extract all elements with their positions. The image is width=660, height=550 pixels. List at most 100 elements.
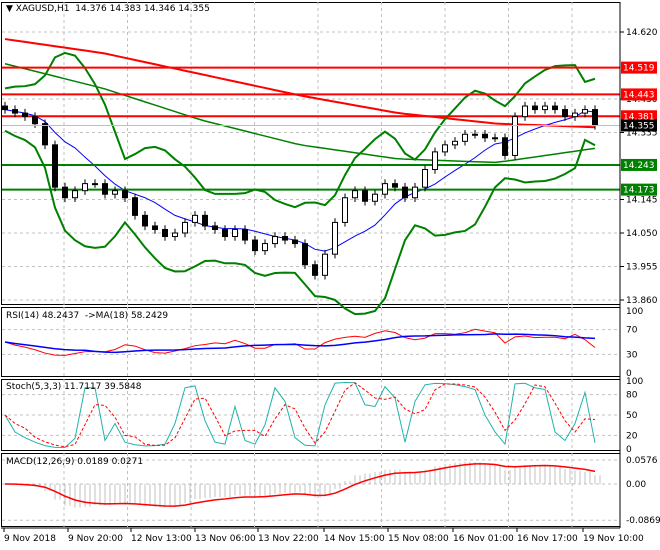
- candle-body: [172, 232, 178, 238]
- panel-frame: [1, 2, 621, 305]
- time-tick-label: 13 Nov 22:00: [258, 534, 319, 544]
- time-tick-label: 13 Nov 06:00: [195, 534, 256, 544]
- rsi-tick-label: 30: [626, 350, 638, 360]
- chart-canvas[interactable]: 14.62014.43014.33514.14514.05013.95513.8…: [0, 0, 660, 550]
- candle-body: [262, 243, 268, 252]
- candle-body: [302, 243, 308, 266]
- time-tick-label: 9 Nov 20:00: [68, 534, 123, 544]
- candle-body: [572, 112, 578, 118]
- candle-body: [22, 112, 28, 118]
- stoch-label: Stoch(5,3,3) 11.7117 39.5848: [6, 382, 142, 392]
- candle-body: [442, 144, 448, 153]
- candle-body: [102, 183, 108, 195]
- price-tick-label: 13.955: [626, 263, 658, 273]
- candle-body: [322, 253, 328, 276]
- candle-body: [222, 228, 228, 238]
- time-tick-label: 9 Nov 2018: [4, 534, 56, 544]
- candle-body: [272, 236, 278, 245]
- candle-body: [362, 190, 368, 202]
- candle-body: [402, 186, 408, 199]
- candle-body: [412, 186, 418, 199]
- candle-body: [142, 214, 148, 227]
- candle-body: [372, 193, 378, 202]
- candle-body: [62, 186, 68, 199]
- candle-body: [72, 190, 78, 199]
- rsi-tick-label: 70: [626, 326, 638, 336]
- candle-body: [422, 169, 428, 188]
- candle-body: [82, 183, 88, 192]
- candle-body: [292, 239, 298, 245]
- candle-body: [2, 105, 8, 111]
- candle-body: [282, 236, 288, 241]
- candle-body: [122, 190, 128, 199]
- level-label: 14.173: [623, 186, 655, 196]
- current-price-label: 14.355: [623, 121, 655, 131]
- candle-body: [182, 221, 188, 234]
- candle-body: [382, 183, 388, 195]
- candle-body: [152, 225, 158, 230]
- price-tick-label: 13.860: [626, 296, 658, 306]
- candle-body: [352, 190, 358, 199]
- candle-body: [192, 214, 198, 223]
- time-tick-label: 16 Nov 01:00: [453, 534, 514, 544]
- candle-body: [202, 214, 208, 227]
- candle-body: [472, 133, 478, 136]
- candle-body: [132, 197, 138, 216]
- symbol-header: ▼ XAGUSD,H1 14.376 14.383 14.346 14.355: [6, 4, 210, 14]
- ma-fast-line: [4, 109, 596, 252]
- candle-body: [162, 228, 168, 238]
- stoch-tick-label: 50: [626, 411, 638, 421]
- candle-body: [32, 116, 38, 125]
- macd-tick-label: -0.0869: [626, 516, 660, 526]
- level-label: 14.243: [623, 161, 655, 171]
- chart-window: 14.62014.43014.33514.14514.05013.95513.8…: [0, 0, 660, 550]
- rsi-tick-label: 100: [626, 307, 643, 317]
- candle-body: [342, 197, 348, 223]
- candle-body: [232, 228, 238, 238]
- candle-body: [452, 140, 458, 146]
- price-tick-label: 14.620: [626, 28, 658, 38]
- macd-tick-label: 0.0576: [626, 456, 658, 466]
- stoch-tick-label: 80: [626, 391, 638, 401]
- candle-body: [52, 144, 58, 188]
- stoch-tick-label: 100: [626, 377, 643, 387]
- candle-body: [502, 137, 508, 156]
- candle-body: [492, 137, 498, 140]
- rsi-ma-line: [4, 333, 596, 354]
- time-tick-label: 16 Nov 17:00: [517, 534, 578, 544]
- candle-body: [212, 225, 218, 230]
- candle-body: [532, 105, 538, 111]
- candle-body: [242, 228, 248, 241]
- candle-body: [42, 123, 48, 146]
- candle-body: [392, 183, 398, 188]
- macd-tick-label: 0.00: [626, 480, 646, 490]
- candle-body: [312, 264, 318, 276]
- candle-body: [542, 105, 548, 111]
- rsi-label: RSI(14) 48.2437 ->MA(18) 58.2429: [6, 311, 169, 321]
- symbol: XAGUSD,H1: [15, 4, 70, 14]
- price-tick-label: 14.050: [626, 229, 658, 239]
- time-tick-label: 15 Nov 08:00: [388, 534, 449, 544]
- candle-body: [482, 133, 488, 139]
- candle-body: [462, 133, 468, 142]
- candle-body: [432, 151, 438, 171]
- level-label: 14.443: [623, 90, 655, 100]
- candle-body: [552, 105, 558, 111]
- candle-body: [592, 109, 598, 126]
- candle-body: [112, 190, 118, 195]
- level-label: 14.519: [623, 64, 655, 74]
- candle-body: [92, 183, 98, 186]
- bollinger-lower: [4, 129, 596, 316]
- time-tick-label: 14 Nov 15:00: [324, 534, 385, 544]
- macd-label: MACD(12,26,9) 0.0189 0.0271: [6, 457, 144, 467]
- candle-body: [582, 109, 588, 114]
- stoch-tick-label: 20: [626, 431, 638, 441]
- candle-body: [512, 116, 518, 156]
- stoch-tick-label: 0: [626, 445, 632, 455]
- time-tick-label: 12 Nov 13:00: [131, 534, 192, 544]
- candle-body: [252, 239, 258, 252]
- ohlc-values: 14.376 14.383 14.346 14.355: [75, 4, 210, 14]
- candle-body: [332, 221, 338, 255]
- candle-body: [12, 109, 18, 114]
- time-tick-label: 19 Nov 10:00: [583, 534, 644, 544]
